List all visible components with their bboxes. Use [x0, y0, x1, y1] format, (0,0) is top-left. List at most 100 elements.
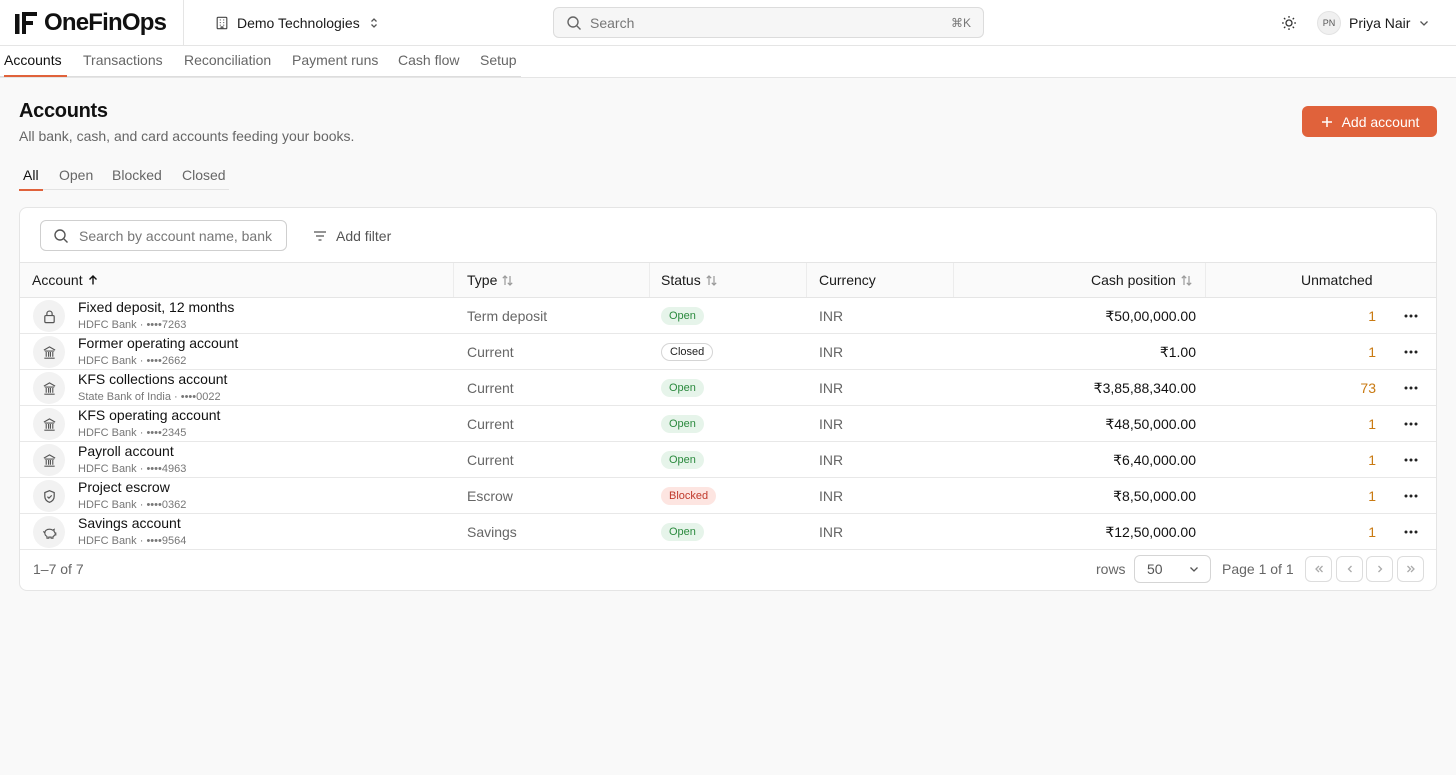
unmatched-count[interactable]: 1 — [1368, 452, 1376, 468]
table-row[interactable]: Payroll account HDFC Bank · ••••4963 Cur… — [20, 442, 1436, 478]
account-bank: HDFC Bank · ••••9564 — [78, 535, 187, 547]
unmatched-count[interactable]: 1 — [1368, 488, 1376, 504]
first-page-button[interactable] — [1305, 556, 1332, 582]
user-name: Priya Nair — [1349, 15, 1411, 31]
unmatched-count[interactable]: 73 — [1360, 380, 1376, 396]
chevron-left-icon — [1347, 565, 1352, 573]
app-name: OneFinOps — [44, 9, 167, 36]
chevron-up-down-icon — [370, 18, 377, 28]
status-badge: Closed — [661, 343, 714, 361]
table-row[interactable]: KFS operating account HDFC Bank · ••••23… — [20, 406, 1436, 442]
more-actions-icon[interactable] — [1400, 450, 1422, 470]
account-bank: HDFC Bank · ••••2662 — [78, 355, 187, 367]
cash-position: ₹3,85,88,340.00 — [1093, 380, 1196, 396]
row-count: 1–7 of 7 — [33, 561, 84, 577]
account-name: Savings account — [78, 515, 181, 531]
filter-icon — [314, 230, 326, 241]
avatar: PN — [1317, 11, 1341, 35]
account-currency: INR — [819, 488, 844, 504]
account-type: Current — [467, 380, 514, 396]
last-page-button[interactable] — [1397, 556, 1424, 582]
table-row[interactable]: Fixed deposit, 12 months HDFC Bank · •••… — [20, 298, 1436, 334]
account-type: Current — [467, 344, 514, 360]
chevron-right-icon — [1377, 565, 1382, 573]
filter-tab-open[interactable]: Open — [59, 165, 93, 191]
column-header-cash-position[interactable]: Cash position — [1091, 263, 1193, 297]
account-currency: INR — [819, 308, 844, 324]
more-actions-icon[interactable] — [1400, 522, 1422, 542]
more-actions-icon[interactable] — [1400, 378, 1422, 398]
accounts-table-card: Add filter Account Type Status Currency — [19, 207, 1437, 591]
sort-icon — [706, 274, 717, 286]
org-switcher[interactable]: Demo Technologies — [215, 12, 380, 34]
column-separator — [453, 263, 454, 297]
column-header-status[interactable]: Status — [661, 263, 718, 297]
filter-tab-blocked[interactable]: Blocked — [112, 165, 162, 191]
global-search-placeholder: Search — [590, 14, 635, 31]
table-search[interactable] — [40, 220, 287, 251]
app-logo[interactable]: OneFinOps — [14, 9, 167, 37]
table-row[interactable]: Former operating account HDFC Bank · •••… — [20, 334, 1436, 370]
table-row[interactable]: Project escrow HDFC Bank · ••••0362 Escr… — [20, 478, 1436, 514]
account-name: Payroll account — [78, 443, 174, 459]
unmatched-count[interactable]: 1 — [1368, 344, 1376, 360]
column-header-type[interactable]: Type — [467, 263, 514, 297]
filter-tab-closed[interactable]: Closed — [182, 165, 226, 191]
sun-icon — [1282, 16, 1296, 30]
tab-cash-flow[interactable]: Cash flow — [398, 46, 459, 77]
tab-accounts[interactable]: Accounts — [4, 46, 67, 77]
bank-icon — [33, 408, 65, 440]
user-menu[interactable]: PN Priya Nair — [1317, 11, 1430, 35]
filter-tab-all[interactable]: All — [19, 165, 43, 191]
add-filter-button[interactable]: Add filter — [312, 220, 391, 251]
tab-reconciliation[interactable]: Reconciliation — [184, 46, 271, 77]
chevrons-left-icon — [1314, 565, 1323, 573]
building-icon — [216, 16, 228, 30]
next-page-button[interactable] — [1366, 556, 1393, 582]
tab-setup[interactable]: Setup — [480, 46, 517, 77]
rows-per-page-label: rows — [1096, 561, 1126, 577]
onefinops-logo-icon — [15, 12, 37, 34]
more-actions-icon[interactable] — [1400, 342, 1422, 362]
status-badge: Open — [661, 451, 704, 469]
bank-icon — [33, 336, 65, 368]
column-label-currency: Currency — [819, 272, 876, 288]
column-separator — [806, 263, 807, 297]
unmatched-count[interactable]: 1 — [1368, 308, 1376, 324]
theme-toggle-button[interactable] — [1278, 12, 1300, 34]
unmatched-count[interactable]: 1 — [1368, 524, 1376, 540]
tab-payment-runs[interactable]: Payment runs — [292, 46, 378, 77]
column-separator — [649, 263, 650, 297]
table-row[interactable]: KFS collections account State Bank of In… — [20, 370, 1436, 406]
sort-icon — [502, 274, 513, 286]
more-actions-icon[interactable] — [1400, 486, 1422, 506]
column-label-account: Account — [32, 272, 83, 288]
unmatched-count[interactable]: 1 — [1368, 416, 1376, 432]
previous-page-button[interactable] — [1336, 556, 1363, 582]
rows-per-page-select[interactable]: 50 — [1134, 555, 1211, 583]
tab-transactions[interactable]: Transactions — [83, 46, 163, 77]
page-indicator: Page 1 of 1 — [1222, 561, 1294, 577]
table-row[interactable]: Savings account HDFC Bank · ••••9564 Sav… — [20, 514, 1436, 550]
status-badge: Blocked — [661, 487, 717, 505]
account-bank: HDFC Bank · ••••7263 — [78, 319, 187, 331]
column-header-currency: Currency — [819, 263, 876, 297]
more-actions-icon[interactable] — [1400, 306, 1422, 326]
account-type: Savings — [467, 524, 517, 540]
add-account-button[interactable]: Add account — [1302, 106, 1437, 137]
account-name: Former operating account — [78, 335, 239, 351]
table-search-input[interactable] — [79, 227, 274, 244]
more-actions-icon[interactable] — [1400, 414, 1422, 434]
lock-icon — [33, 300, 65, 332]
bank-icon — [33, 372, 65, 404]
search-shortcut: ⌘K — [950, 15, 971, 30]
sort-icon — [1181, 274, 1192, 286]
column-header-account[interactable]: Account — [32, 263, 99, 297]
chevrons-right-icon — [1406, 565, 1415, 573]
account-type: Current — [467, 416, 514, 432]
account-type: Term deposit — [467, 308, 548, 324]
account-name: KFS collections account — [78, 371, 228, 387]
shield-icon — [33, 480, 65, 512]
global-search[interactable]: Search ⌘K — [553, 7, 984, 38]
cash-position: ₹48,50,000.00 — [1105, 416, 1196, 432]
